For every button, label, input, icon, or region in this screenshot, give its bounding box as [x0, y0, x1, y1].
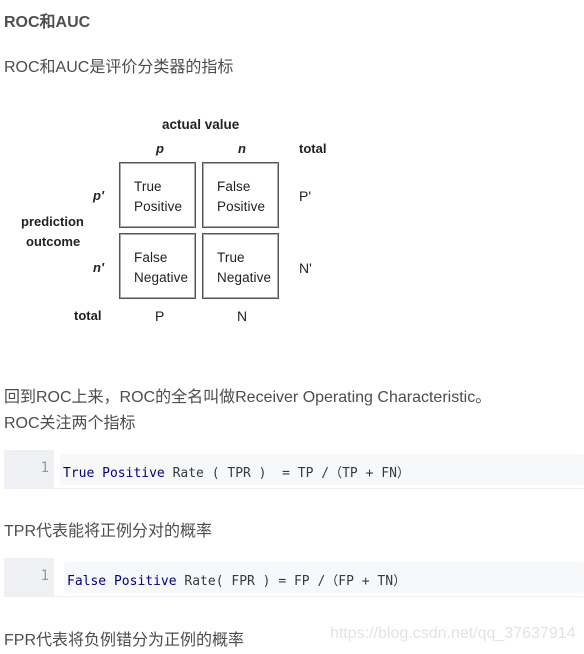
code-rest: Rate( FPR ) = FP /（FP + TN）	[176, 574, 407, 589]
roc-focus-paragraph: ROC关注两个指标	[4, 415, 136, 432]
watermark: https://blog.csdn.net/qq_37637914	[330, 625, 576, 642]
code-keyword: False Positive	[67, 574, 177, 589]
col-header-p: p	[156, 141, 164, 156]
confusion-matrix-figure: actual value p n total p' prediction out…	[0, 110, 340, 330]
cell-line2: Positive	[134, 199, 183, 214]
fpr-description: FPR代表将负例错分为正例的概率	[4, 632, 245, 649]
row-total-n-prime: N'	[299, 260, 312, 276]
cell-false-negative: False Negative	[119, 233, 196, 299]
cell-line2: Negative	[217, 270, 272, 285]
code-rest: Rate ( TPR ) = TP /（TP + FN）	[164, 466, 410, 481]
code-line: False Positive Rate( FPR ) = FP /（FP + T…	[67, 570, 406, 589]
col-total-p: P	[155, 308, 165, 324]
col-header-n: n	[238, 141, 246, 156]
row-header-n-prime: n'	[93, 260, 105, 275]
cell-line2: Negative	[134, 270, 189, 285]
code-body[interactable]: True Positive Rate ( TPR ) = TP /（TP + F…	[60, 454, 584, 485]
code-body[interactable]: False Positive Rate( FPR ) = FP /（FP + T…	[64, 562, 584, 593]
cell-line1: False	[134, 250, 168, 265]
cell-line1: True	[217, 250, 245, 265]
cell-false-positive: False Positive	[202, 162, 279, 228]
line-number: 1	[40, 460, 49, 476]
line-number: 1	[40, 568, 49, 584]
cell-true-negative: True Negative	[202, 233, 279, 299]
total-col-label: total	[299, 141, 327, 156]
col-total-n: N	[237, 308, 248, 324]
code-line: True Positive Rate ( TPR ) = TP /（TP + F…	[63, 462, 410, 481]
code-keyword: True Positive	[63, 466, 165, 481]
prediction-label: prediction	[21, 214, 84, 229]
outcome-label: outcome	[26, 234, 81, 249]
row-header-p-prime: p'	[93, 188, 105, 203]
code-block-fpr: 1 False Positive Rate( FPR ) = FP /（FP +…	[4, 558, 584, 597]
cell-line2: Positive	[217, 199, 266, 214]
cell-true-positive: True Positive	[119, 162, 196, 228]
actual-value-label: actual value	[162, 117, 240, 132]
tpr-description: TPR代表能将正例分对的概率	[4, 523, 213, 540]
line-number-gutter: 1	[4, 558, 54, 596]
line-number-gutter: 1	[4, 450, 54, 488]
roc-name-paragraph: 回到ROC上来，ROC的全名叫做Receiver Operating Chara…	[4, 389, 492, 406]
row-total-p-prime: P'	[299, 188, 312, 204]
intro-paragraph: ROC和AUC是评价分类器的指标	[4, 59, 234, 76]
total-row-label: total	[74, 308, 102, 323]
cell-line1: False	[217, 179, 251, 194]
section-heading: ROC和AUC	[4, 14, 91, 31]
code-block-tpr: 1 True Positive Rate ( TPR ) = TP /（TP +…	[4, 450, 584, 489]
cell-line1: True	[134, 179, 162, 194]
